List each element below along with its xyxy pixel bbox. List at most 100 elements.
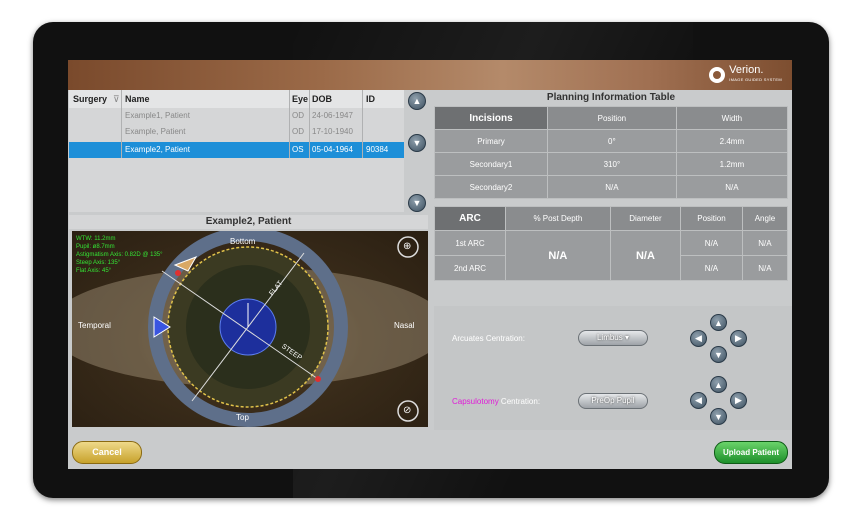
patient-table: Surgery ⊽ Name Eye DOB ID Example1, Pati… [69, 90, 404, 212]
arcuates-down-button[interactable]: ▼ [710, 346, 727, 363]
incision-width: 1.2mm [675, 152, 789, 176]
incision-width: N/A [675, 175, 789, 199]
patient-scrollbar: ▲ ▼ ▼ [404, 90, 428, 212]
filter-icon[interactable]: ⊽ [113, 94, 120, 105]
planning-title: Planning Information Table [546, 92, 676, 103]
patient-eye: OD [292, 111, 304, 120]
bottom-bar: Cancel Upload Patient [68, 432, 792, 469]
arc-panel: ARC % Post Depth Diameter Position Angle… [434, 206, 792, 294]
arcuates-right-button[interactable]: ▶ [730, 330, 747, 347]
column-divider [289, 90, 290, 158]
incision-position: 0° [547, 129, 677, 153]
arc-label: 2nd ARC [434, 255, 506, 281]
label-temporal: Temporal [78, 321, 111, 330]
centration-controls: Arcuates Centration: Limbus ▾ ▲ ◀ ▶ ▼ Ca… [434, 306, 792, 430]
arc-angle: N/A [741, 230, 789, 256]
patient-dob: 17-10-1940 [312, 127, 353, 136]
scroll-up-button[interactable]: ▲ [408, 92, 426, 110]
arcuates-left-button[interactable]: ◀ [690, 330, 707, 347]
capsulotomy-word: Capsulotomy [452, 397, 499, 406]
incision-position: N/A [547, 175, 677, 199]
top-bar: Verion. IMAGE GUIDED SYSTEM [68, 60, 792, 90]
column-divider [362, 90, 363, 158]
measurement-line: Astigmatism Axis: 0.82D @ 135° [76, 252, 163, 258]
patient-name: Example, Patient [125, 127, 186, 136]
patient-row-selected[interactable]: Example2, Patient OS 05-04-1964 90384 [69, 142, 404, 158]
patient-eye: OS [292, 145, 304, 154]
eye-image: WTW: 11.2mm Pupil: ø8.7mm Astigmatism Ax… [72, 231, 428, 427]
post-depth-value: N/A [505, 230, 611, 281]
patient-name: Example1, Patient [125, 111, 190, 120]
incision-label: Secondary1 [434, 152, 548, 176]
column-name[interactable]: Name [125, 94, 150, 104]
arc-position: N/A [680, 230, 743, 256]
patient-row[interactable]: Example1, Patient OD 24-06-1947 [69, 108, 404, 124]
label-top: Top [236, 413, 249, 422]
capsulotomy-right-button[interactable]: ▶ [730, 392, 747, 409]
capsulotomy-left-button[interactable]: ◀ [690, 392, 707, 409]
arc-angle-header: Angle [741, 206, 789, 231]
eye-view-title: Example2, Patient [69, 215, 428, 229]
arc-position-header: Position [680, 206, 743, 231]
arcuates-up-button[interactable]: ▲ [710, 314, 727, 331]
arcuates-label: Arcuates Centration: [452, 334, 525, 343]
measurement-line: WTW: 11.2mm [76, 236, 116, 242]
arc-position: N/A [680, 255, 743, 281]
brand-subtitle: IMAGE GUIDED SYSTEM [729, 77, 782, 82]
arc-header: ARC [434, 206, 506, 231]
post-depth-header: % Post Depth [505, 206, 611, 231]
label-bottom: Bottom [230, 237, 256, 246]
patient-dob: 05-04-1964 [312, 145, 353, 154]
patient-name: Example2, Patient [125, 145, 190, 154]
app-screen: Verion. IMAGE GUIDED SYSTEM Surgery ⊽ Nam… [68, 60, 792, 469]
incision-width: 2.4mm [675, 129, 789, 153]
column-id[interactable]: ID [366, 94, 375, 104]
upload-patient-button[interactable]: Upload Patient [714, 441, 788, 464]
arcuates-centration-value: Limbus [596, 333, 623, 342]
arcuates-centration-select[interactable]: Limbus ▾ [578, 330, 648, 346]
width-header: Width [675, 106, 789, 130]
capsulotomy-down-button[interactable]: ▼ [710, 408, 727, 425]
incision-label: Secondary2 [434, 175, 548, 199]
diameter-header: Diameter [609, 206, 682, 231]
chevron-down-icon: ▾ [625, 333, 630, 342]
column-divider [121, 90, 122, 158]
label-nasal: Nasal [394, 321, 415, 330]
position-header: Position [547, 106, 677, 130]
measurement-line: Flat Axis: 45° [76, 268, 112, 274]
incisions-table: Incisions Position Width Primary 0° 2.4m… [434, 106, 789, 199]
incisions-header: Incisions [434, 106, 548, 130]
reset-view-icon[interactable]: ⊘ [403, 405, 411, 416]
arc-table: ARC % Post Depth Diameter Position Angle… [434, 206, 789, 281]
capsulotomy-up-button[interactable]: ▲ [710, 376, 727, 393]
logo-icon [709, 67, 726, 83]
patient-table-header: Surgery ⊽ Name Eye DOB ID [69, 90, 404, 108]
zoom-icon[interactable]: ⊕ [403, 241, 411, 252]
arcuates-word: Arcuates [452, 334, 484, 343]
patient-id: 90384 [366, 145, 389, 154]
column-eye[interactable]: Eye [292, 94, 308, 104]
scroll-down-button[interactable]: ▼ [408, 194, 426, 212]
scroll-page-down-button[interactable]: ▼ [408, 134, 426, 152]
capsulotomy-centration-label: Centration: [500, 397, 541, 406]
incision-position: 310° [547, 152, 677, 176]
patient-row[interactable]: Example, Patient OD 17-10-1940 [69, 124, 404, 140]
cancel-button[interactable]: Cancel [72, 441, 142, 464]
column-dob[interactable]: DOB [312, 94, 332, 104]
arc-angle: N/A [741, 255, 789, 281]
capsulotomy-label: Capsulotomy Centration: [452, 397, 540, 406]
arc-label: 1st ARC [434, 230, 506, 256]
patient-eye: OD [292, 127, 304, 136]
measurement-line: Pupil: ø8.7mm [76, 244, 115, 250]
diameter-value: N/A [609, 230, 682, 281]
verion-logo: Verion. IMAGE GUIDED SYSTEM [709, 64, 782, 86]
measurement-line: Steep Axis: 135° [76, 260, 121, 266]
arcuates-centration-label: Centration: [485, 334, 525, 343]
patient-dob: 24-06-1947 [312, 111, 353, 120]
column-surgery[interactable]: Surgery [73, 94, 107, 104]
eye-measurements: WTW: 11.2mm Pupil: ø8.7mm Astigmatism Ax… [76, 235, 163, 275]
capsulotomy-centration-select[interactable]: PreOp Pupil [578, 393, 648, 409]
planning-panel: Planning Information Table Incisions Pos… [430, 90, 792, 202]
incision-label: Primary [434, 129, 548, 153]
capsulotomy-centration-value: PreOp Pupil [591, 396, 635, 405]
